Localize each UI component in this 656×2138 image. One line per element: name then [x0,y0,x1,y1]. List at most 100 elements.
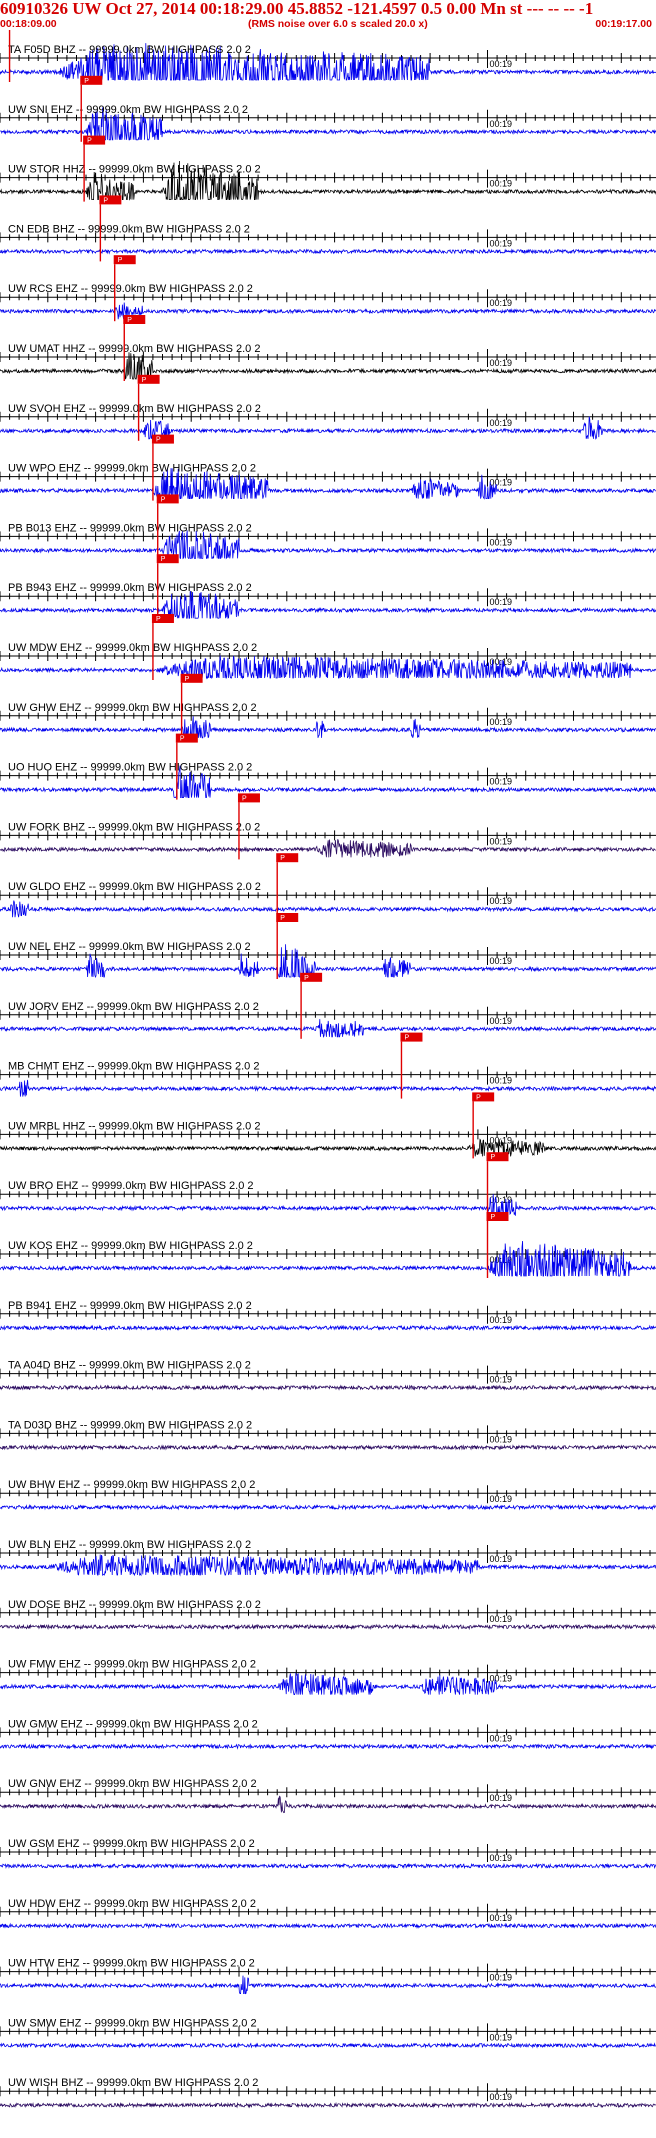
trace-10: 00:19UW MDW EHZ -- 99999.0km BW HIGHPASS… [0,614,656,680]
trace-15: 00:19 UW NEL EHZ -- 99999.0km BW HIGHPASS… [0,913,656,979]
trace-0: 00:19 TA F05D BHZ -- 99999.0km BW HIGHPAS… [0,30,656,82]
waveform [0,1384,656,1391]
minute-label: 00:19 [490,238,513,248]
waveform [0,1194,656,1218]
station-label: UW KOS EHZ -- 99999.0km BW HIGHPASS 2.0 … [8,1240,253,1252]
trace-6: 00:19 UW SVOH EHZ -- 99999.0km BW HIGHPAS… [0,374,656,441]
waveform [0,1444,656,1451]
waveform [0,900,656,918]
svg-text:P: P [491,1154,496,1161]
waveform [0,1922,656,1930]
waveform [0,1079,656,1097]
station-label: TA D03D BHZ -- 99999.0km BW HIGHPASS 2.0… [8,1419,252,1431]
station-label: UW WPO EHZ -- 99999.0km BW HIGHPASS 2.0 … [8,463,256,475]
minute-label: 00:19 [490,597,513,607]
trace-26: 00:19 UW DOSE BHZ -- 99999.0km BW HIGHPAS… [0,1599,656,1631]
trace-9: 00:19 PB B943 EHZ -- 99999.0km BW HIGHPAS… [0,554,656,621]
trace-19: 00:19UW BRO EHZ -- 99999.0km BW HIGHPASS… [0,1152,656,1219]
waveform [0,590,656,619]
event-title: 60910326 UW Oct 27, 2014 00:18:29.00 45.… [0,0,594,18]
trace-30: 00:19 UW GSM EHZ -- 99999.0km BW HIGHPASS… [0,1838,656,1870]
minute-label: 00:19 [490,1554,513,1564]
minute-label: 00:19 [490,418,513,428]
waveform [0,1862,656,1870]
minute-label: 00:19 [490,1434,513,1444]
station-label: PB B941 EHZ -- 99999.0km BW HIGHPASS 2.0… [8,1300,252,1312]
station-label: UW SNI EHZ -- 99999.0km BW HIGHPASS 2.0 … [8,104,248,116]
station-label: UW GSM EHZ -- 99999.0km BW HIGHPASS 2.0 … [8,1838,255,1850]
svg-text:P: P [476,1094,481,1101]
station-label: UW HDW EHZ -- 99999.0km BW HIGHPASS 2.0 … [8,1898,256,1910]
waveform [0,416,656,440]
trace-20: 00:19UW KOS EHZ -- 99999.0km BW HIGHPASS… [0,1212,656,1278]
waveform [0,530,656,560]
station-label: UW GLDO EHZ -- 99999.0km BW HIGHPASS 2.0… [8,881,261,893]
station-label: UW FMW EHZ -- 99999.0km BW HIGHPASS 2.0 … [8,1659,256,1671]
minute-label: 00:19 [490,2092,513,2102]
svg-text:P: P [118,257,123,264]
minute-label: 00:19 [490,119,513,129]
svg-text:P: P [280,915,285,922]
minute-label: 00:19 [490,836,513,846]
station-label: UW HTW EHZ -- 99999.0km BW HIGHPASS 2.0 … [8,1958,255,1970]
station-label: UW MDW EHZ -- 99999.0km BW HIGHPASS 2.0 … [8,642,257,654]
trace-23: 00:19 TA D03D BHZ -- 99999.0km BW HIGHPAS… [0,1419,656,1451]
waveform [0,352,656,380]
seismogram-plot: 00:19 TA F05D BHZ -- 99999.0km BW HIGHPAS… [0,30,656,2138]
waveform [0,302,656,320]
station-label: UW SMW EHZ -- 99999.0km BW HIGHPASS 2.0 … [8,2017,257,2029]
station-label: PB B013 EHZ -- 99999.0km BW HIGHPASS 2.0… [8,522,252,534]
trace-31: 00:19 UW HDW EHZ -- 99999.0km BW HIGHPASS… [0,1898,656,1930]
scale-note: (RMS noise over 6.0 s scaled 20.0 x) [248,18,428,30]
trace-25: 00:19 UW BLN EHZ -- 99999.0km BW HIGHPASS… [0,1539,656,1577]
station-label: UW SVOH EHZ -- 99999.0km BW HIGHPASS 2.0… [8,403,261,415]
station-label: UW UMAT HHZ -- 99999.0km BW HIGHPASS 2.0… [8,343,260,355]
waveform [0,1554,656,1577]
station-label: UW WISH BHZ -- 99999.0km BW HIGHPASS 2.0… [8,2077,258,2089]
minute-label: 00:19 [490,1315,513,1325]
trace-11: 00:19 UW GHW EHZ -- 99999.0km BW HIGHPASS… [0,673,656,740]
minute-label: 00:19 [490,1375,513,1385]
station-label: UW MRBL HHZ -- 99999.0km BW HIGHPASS 2.0… [8,1120,260,1132]
station-label: MB CHMT EHZ -- 99999.0km BW HIGHPASS 2.0… [8,1061,259,1073]
trace-32: 00:19 UW HTW EHZ -- 99999.0km BW HIGHPASS… [0,1958,656,1995]
minute-label: 00:19 [490,1614,513,1624]
svg-text:P: P [156,437,161,444]
svg-text:P: P [142,377,147,384]
svg-text:P: P [161,556,166,563]
trace-7: 00:19UW WPO EHZ -- 99999.0km BW HIGHPASS… [0,434,656,501]
trace-12: 00:19 UO HUO EHZ -- 99999.0km BW HIGHPASS… [0,733,656,800]
trace-8: 00:19 PB B013 EHZ -- 99999.0km BW HIGHPAS… [0,494,656,561]
trace-17: 00:19 MB CHMT EHZ -- 99999.0km BW HIGHPAS… [0,1032,656,1099]
minute-label: 00:19 [490,59,513,69]
waveform [0,1623,656,1631]
station-label: UW BRO EHZ -- 99999.0km BW HIGHPASS 2.0 … [8,1180,254,1192]
seismogram-header: 60910326 UW Oct 27, 2014 00:18:29.00 45.… [0,0,656,30]
trace-18: 00:19UW MRBL HHZ -- 99999.0km BW HIGHPAS… [0,1092,656,1159]
minute-label: 00:19 [490,717,513,727]
waveform [0,716,656,739]
station-label: UW GHW EHZ -- 99999.0km BW HIGHPASS 2.0 … [8,702,257,714]
minute-label: 00:19 [490,358,513,368]
station-label: CN EDB BHZ -- 99999.0km BW HIGHPASS 2.0 … [8,223,250,235]
minute-label: 00:19 [490,1494,513,1504]
trace-27: 00:19UW FMW EHZ -- 99999.0km BW HIGHPASS… [0,1659,656,1696]
station-label: UW RCS EHZ -- 99999.0km BW HIGHPASS 2.0 … [8,283,253,295]
minute-label: 00:19 [490,179,513,189]
waveform [0,1743,656,1750]
waveform [0,1019,656,1038]
trace-24: 00:19 UW BHW EHZ -- 99999.0km BW HIGHPASS… [0,1479,656,1511]
minute-label: 00:19 [490,1016,513,1026]
trace-13: 00:19 UW FORK BHZ -- 99999.0km BW HIGHPAS… [0,793,656,860]
minute-label: 00:19 [490,2032,513,2042]
svg-text:P: P [491,1214,496,1221]
svg-text:P: P [87,138,92,145]
minute-label: 00:19 [490,1733,513,1743]
svg-text:P: P [404,1035,409,1042]
svg-text:P: P [180,736,185,743]
svg-text:P: P [242,795,247,802]
minute-label: 00:19 [490,1913,513,1923]
trace-21: 00:19 PB B941 EHZ -- 99999.0km BW HIGHPAS… [0,1300,656,1332]
station-label: TA A04D BHZ -- 99999.0km BW HIGHPASS 2.0… [8,1360,251,1372]
waveform [0,1672,656,1696]
